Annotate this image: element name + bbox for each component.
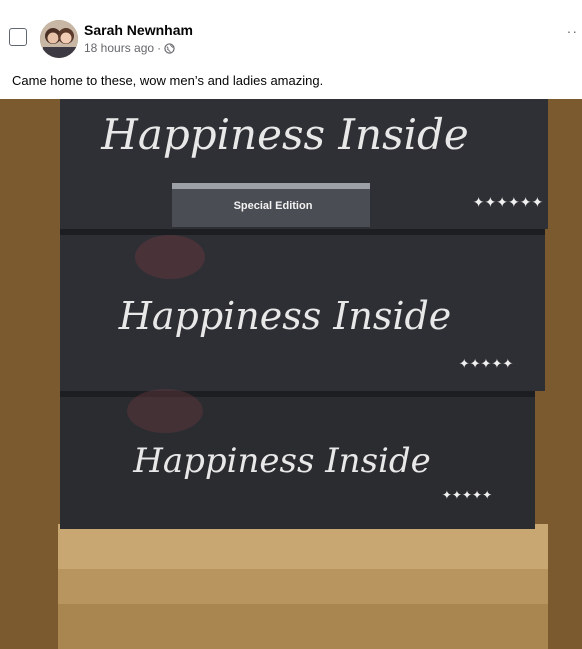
feed-post: Sarah Newnham 18 hours ago · ·· Came hom… xyxy=(0,0,582,649)
post-author[interactable]: Sarah Newnham xyxy=(84,22,193,38)
more-options-icon[interactable]: ·· xyxy=(567,24,578,38)
box-title-middle: Happiness Inside xyxy=(118,294,452,338)
globe-icon xyxy=(164,42,175,54)
select-checkbox[interactable] xyxy=(9,28,27,46)
post-timestamp[interactable]: 18 hours ago xyxy=(84,41,154,55)
avatar-photo xyxy=(40,20,78,58)
meta-separator: · xyxy=(157,41,162,55)
post-meta: 18 hours ago · xyxy=(84,41,175,55)
special-edition-label: Special Edition xyxy=(234,200,313,212)
post-photo[interactable]: Special Edition Happiness Inside Happine… xyxy=(0,99,582,649)
stars-middle: ✦✦✦✦✦ xyxy=(459,356,514,371)
avatar[interactable] xyxy=(40,20,78,58)
post-caption: Came home to these, wow men’s and ladies… xyxy=(12,73,324,88)
boxes-photo: Special Edition Happiness Inside Happine… xyxy=(0,99,582,649)
stars-bottom: ✦✦✦✦✦ xyxy=(442,488,492,502)
stars-top: ✦✦✦✦✦✦ xyxy=(473,194,544,210)
box-title-top: Happiness Inside xyxy=(100,110,469,159)
box-title-bottom: Happiness Inside xyxy=(132,441,431,481)
